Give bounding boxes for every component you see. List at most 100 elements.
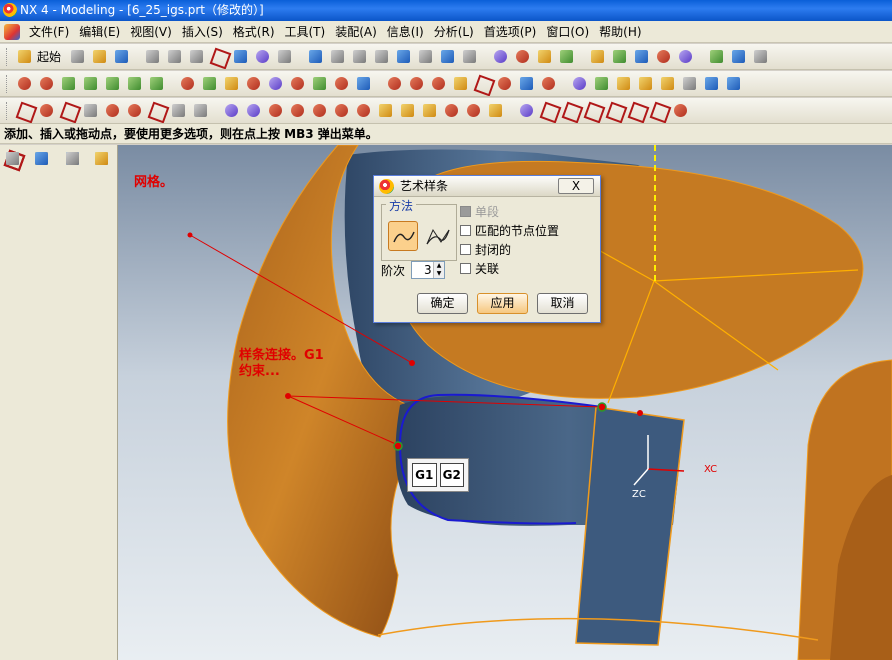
copy-icon[interactable]	[165, 47, 184, 66]
paste-icon[interactable]	[187, 47, 206, 66]
checkbox-box[interactable]	[460, 205, 471, 217]
degree-value[interactable]: 3	[424, 263, 432, 277]
curve-tool-icon[interactable]	[332, 101, 351, 120]
blank-icon[interactable]	[535, 47, 554, 66]
menu-tools[interactable]: 工具(T)	[280, 22, 331, 42]
surface-tool-icon[interactable]	[125, 74, 144, 93]
surface-tool-icon[interactable]	[147, 74, 166, 93]
surface-tool-icon[interactable]	[200, 74, 219, 93]
point-icon[interactable]	[103, 101, 122, 120]
surface-tool-icon[interactable]	[658, 74, 677, 93]
menu-format[interactable]: 格式(R)	[228, 22, 280, 42]
ellipse-icon[interactable]	[222, 101, 241, 120]
curve-tool-icon[interactable]	[354, 101, 373, 120]
fillet-icon[interactable]	[147, 101, 166, 120]
closed-checkbox[interactable]: 封闭的	[460, 241, 511, 257]
point-set-icon[interactable]	[125, 101, 144, 120]
surface-tool-icon[interactable]	[37, 74, 56, 93]
apply-button[interactable]: 应用	[477, 293, 528, 314]
curve-tool-icon[interactable]	[517, 101, 536, 120]
through-points-method-button[interactable]	[388, 221, 418, 251]
g1-button[interactable]: G1	[412, 463, 437, 487]
spline-control-point[interactable]	[393, 441, 403, 451]
delete-icon[interactable]	[209, 47, 228, 66]
render-icon[interactable]	[632, 47, 651, 66]
menu-information[interactable]: 信息(I)	[382, 22, 429, 42]
menu-edit[interactable]: 编辑(E)	[74, 22, 125, 42]
ok-button[interactable]: 确定	[417, 293, 468, 314]
surface-tool-icon[interactable]	[592, 74, 611, 93]
curve-tool-icon[interactable]	[464, 101, 483, 120]
save-icon[interactable]	[112, 47, 131, 66]
light-icon[interactable]	[588, 47, 607, 66]
single-segment-checkbox[interactable]: 单段	[460, 203, 499, 219]
dialog-title-bar[interactable]: 艺术样条 X	[374, 176, 600, 197]
perspective-icon[interactable]	[416, 47, 435, 66]
surface-tool-icon[interactable]	[385, 74, 404, 93]
curve-icon[interactable]	[81, 101, 100, 120]
surface-tool-icon[interactable]	[539, 74, 558, 93]
surface-tool-icon[interactable]	[407, 74, 426, 93]
edit-object-icon[interactable]	[253, 47, 272, 66]
rectangle-icon[interactable]	[169, 101, 188, 120]
spline-icon[interactable]	[59, 101, 78, 120]
layer-icon[interactable]	[491, 47, 510, 66]
menu-file[interactable]: 文件(F)	[24, 22, 74, 42]
surface-tool-icon[interactable]	[724, 74, 743, 93]
curve-tool-icon[interactable]	[671, 101, 690, 120]
curve-tool-icon[interactable]	[420, 101, 439, 120]
material-icon[interactable]	[610, 47, 629, 66]
surface-tool-icon[interactable]	[332, 74, 351, 93]
surface-tool-icon[interactable]	[636, 74, 655, 93]
toolbar-grip[interactable]	[6, 47, 9, 66]
surface-tool-icon[interactable]	[680, 74, 699, 93]
surface-tool-icon[interactable]	[59, 74, 78, 93]
tool-icon[interactable]	[557, 47, 576, 66]
checkbox-box[interactable]	[460, 262, 471, 274]
spinner-arrows-icon[interactable]: ▲ ▼	[433, 262, 445, 278]
selection-icon[interactable]	[275, 47, 294, 66]
curve-tool-icon[interactable]	[649, 101, 668, 120]
scene-icon[interactable]	[676, 47, 695, 66]
surface-tool-icon[interactable]	[103, 74, 122, 93]
menu-analysis[interactable]: 分析(L)	[429, 22, 479, 42]
menu-insert[interactable]: 插入(S)	[177, 22, 228, 42]
checkbox-box[interactable]	[460, 224, 471, 236]
rotate-icon[interactable]	[394, 47, 413, 66]
surface-tool-icon[interactable]	[81, 74, 100, 93]
start-button[interactable]: 起始	[37, 48, 61, 65]
curve-tool-icon[interactable]	[398, 101, 417, 120]
undo-icon[interactable]	[231, 47, 250, 66]
checkbox-box[interactable]	[460, 243, 471, 255]
options-icon[interactable]	[751, 47, 770, 66]
close-button[interactable]: X	[558, 178, 594, 194]
menu-help[interactable]: 帮助(H)	[594, 22, 646, 42]
surface-tool-icon[interactable]	[244, 74, 263, 93]
menu-view[interactable]: 视图(V)	[125, 22, 177, 42]
cancel-button[interactable]: 取消	[537, 293, 588, 314]
zoom-icon[interactable]	[350, 47, 369, 66]
fit-view-icon[interactable]	[306, 47, 325, 66]
surface-tool-icon[interactable]	[354, 74, 373, 93]
curve-tool-icon[interactable]	[583, 101, 602, 120]
associative-checkbox[interactable]: 关联	[460, 260, 499, 276]
surface-tool-icon[interactable]	[495, 74, 514, 93]
start-icon[interactable]	[15, 47, 34, 66]
surface-tool-icon[interactable]	[429, 74, 448, 93]
toolbar-grip[interactable]	[6, 101, 9, 120]
polygon-icon[interactable]	[191, 101, 210, 120]
cut-icon[interactable]	[143, 47, 162, 66]
open-file-icon[interactable]	[90, 47, 109, 66]
helix-icon[interactable]	[244, 101, 263, 120]
app-menu-icon[interactable]	[4, 23, 20, 40]
curve-tool-icon[interactable]	[288, 101, 307, 120]
degree-spinner[interactable]: 3 ▲ ▼	[411, 261, 446, 279]
menu-assembly[interactable]: 装配(A)	[330, 22, 382, 42]
surface-tool-icon[interactable]	[517, 74, 536, 93]
pan-icon[interactable]	[372, 47, 391, 66]
curve-tool-icon[interactable]	[539, 101, 558, 120]
shaded-view-icon[interactable]	[438, 47, 457, 66]
surface-tool-icon[interactable]	[15, 74, 34, 93]
curve-tool-icon[interactable]	[442, 101, 461, 120]
surface-tool-icon[interactable]	[570, 74, 589, 93]
